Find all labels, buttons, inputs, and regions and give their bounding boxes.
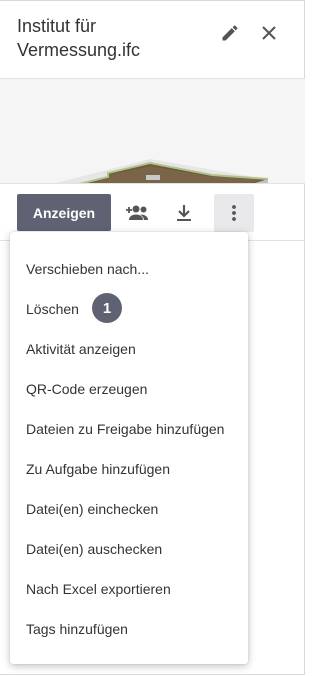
- model-preview[interactable]: [0, 79, 305, 249]
- file-detail-panel: Institut für Vermessung.ifc Anzeigen Ver…: [0, 0, 305, 675]
- edit-button[interactable]: [218, 21, 242, 45]
- menu-item-create-qr-code[interactable]: QR-Code erzeugen: [10, 369, 248, 409]
- download-icon: [177, 205, 191, 221]
- pencil-icon: [222, 25, 238, 41]
- more-button[interactable]: [214, 194, 254, 232]
- menu-item-show-activity[interactable]: Aktivität anzeigen: [10, 329, 248, 369]
- menu-item-check-in[interactable]: Datei(en) einchecken: [10, 489, 248, 529]
- share-button[interactable]: [120, 196, 154, 230]
- callout-badge: 1: [92, 293, 122, 323]
- menu-item-check-out[interactable]: Datei(en) auschecken: [10, 529, 248, 569]
- menu-item-add-tags[interactable]: Tags hinzufügen: [10, 609, 248, 649]
- building-thumbnail: [49, 159, 269, 249]
- file-title: Institut für Vermessung.ifc: [17, 16, 141, 60]
- menu-item-add-to-share[interactable]: Dateien zu Freigabe hinzufügen: [10, 409, 248, 449]
- close-button[interactable]: [257, 21, 281, 45]
- menu-item-delete[interactable]: Löschen: [10, 289, 248, 329]
- add-people-icon: [126, 205, 148, 220]
- more-vertical-icon: [232, 205, 236, 221]
- close-icon: [262, 26, 276, 40]
- menu-item-export-excel[interactable]: Nach Excel exportieren: [10, 569, 248, 609]
- more-actions-menu: Verschieben nach... Löschen Aktivität an…: [10, 232, 248, 664]
- menu-item-add-to-task[interactable]: Zu Aufgabe hinzufügen: [10, 449, 248, 489]
- menu-item-move[interactable]: Verschieben nach...: [10, 249, 248, 289]
- view-button[interactable]: Anzeigen: [17, 194, 111, 231]
- download-button[interactable]: [167, 196, 201, 230]
- panel-header: Institut für Vermessung.ifc: [0, 1, 305, 79]
